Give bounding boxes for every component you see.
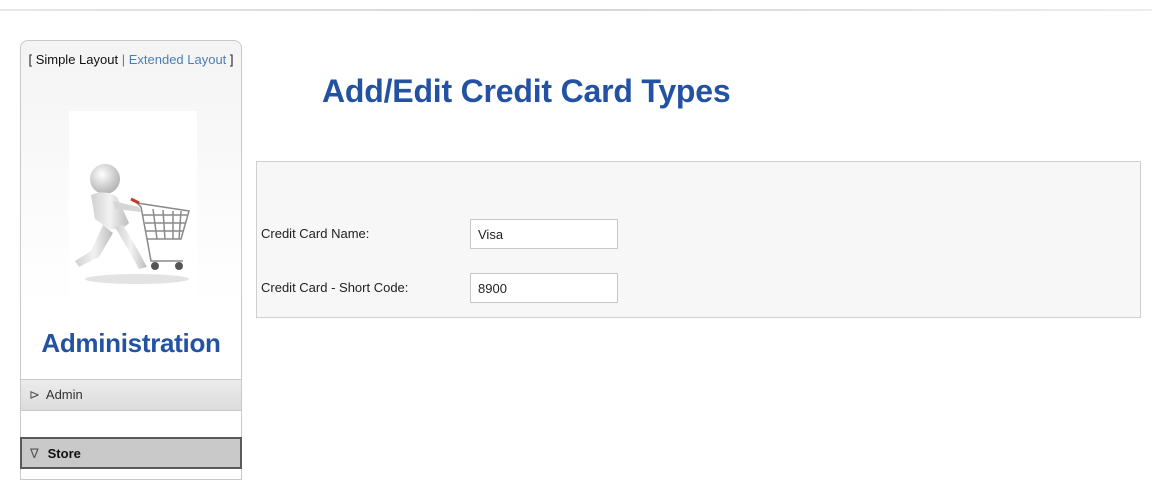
- short-code-label: Credit Card - Short Code:: [261, 280, 409, 295]
- simple-layout-link[interactable]: Simple Layout: [36, 52, 118, 67]
- card-name-input[interactable]: [470, 219, 618, 249]
- short-code-input[interactable]: [470, 273, 618, 303]
- sidebar-item-label: Store: [47, 446, 81, 461]
- sidebar-title: Administration: [41, 328, 221, 358]
- credit-card-form: Credit Card Name: Credit Card - Short Co…: [256, 161, 1141, 318]
- card-name-label: Credit Card Name:: [261, 226, 370, 241]
- layout-switcher: [ Simple Layout | Extended Layout ]: [28, 52, 234, 67]
- shopping-cart-logo: [69, 111, 197, 319]
- sidebar-item-admin[interactable]: ⊳ Admin: [20, 379, 242, 411]
- chevron-down-icon: ∇: [30, 446, 39, 461]
- sidebar: [ Simple Layout | Extended Layout ] Admi…: [20, 40, 242, 480]
- sidebar-item-store[interactable]: ∇ Store: [20, 437, 242, 469]
- shopper-cart-illustration: [75, 164, 190, 284]
- page-title: Add/Edit Credit Card Types: [322, 73, 731, 109]
- sidebar-item-label: Admin: [45, 387, 83, 402]
- extended-layout-link[interactable]: Extended Layout: [129, 52, 227, 67]
- top-divider: [0, 9, 1152, 11]
- chevron-right-icon: ⊳: [29, 387, 40, 402]
